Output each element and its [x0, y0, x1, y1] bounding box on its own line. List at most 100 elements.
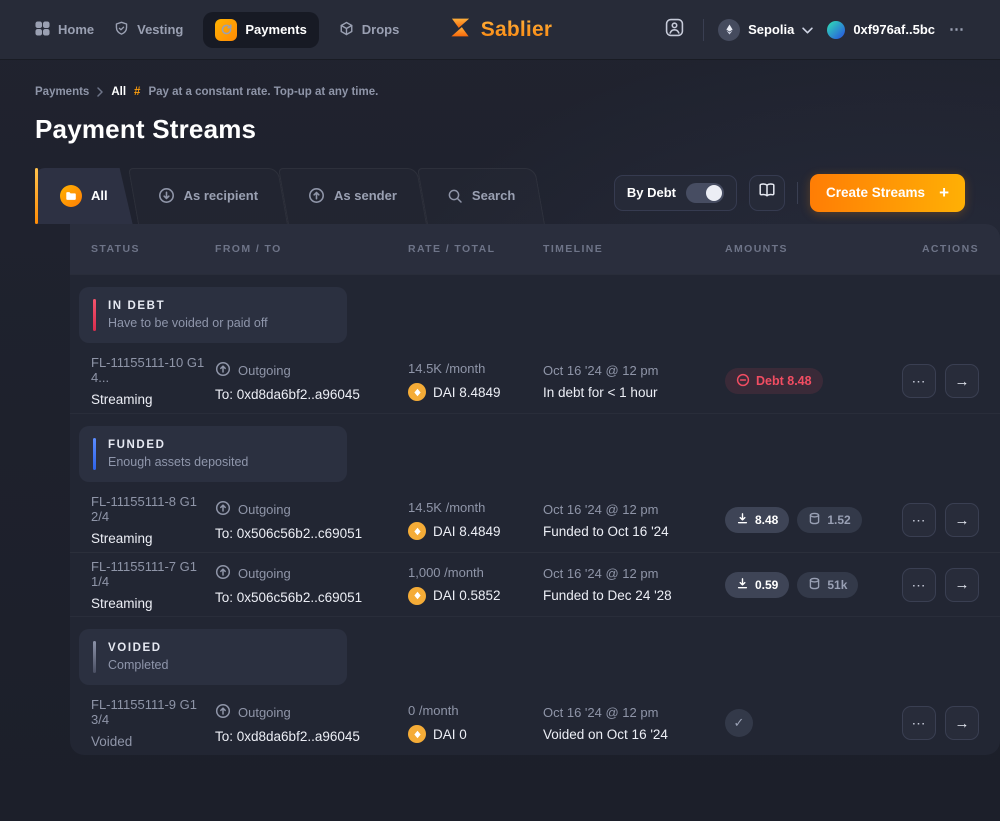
arrow-down-circle-icon	[158, 187, 175, 204]
deposited-amount: 51k	[827, 578, 847, 592]
tab-label: All	[91, 188, 108, 203]
withdrawable-badge: 8.48	[725, 507, 789, 533]
breadcrumb-current: All	[111, 86, 126, 98]
divider	[797, 182, 798, 204]
toolbar: All As recipient As sender	[35, 167, 965, 224]
group-in-debt: IN DEBT Have to be voided or paid off FL…	[70, 274, 1000, 413]
tab-search[interactable]: Search	[422, 167, 540, 224]
network-selector[interactable]: Sepolia	[718, 19, 813, 41]
stream-start: Oct 16 '24 @ 12 pm	[543, 363, 725, 378]
group-subtitle: Have to be voided or paid off	[108, 316, 268, 330]
group-header-card: FUNDED Enough assets deposited	[79, 426, 347, 482]
group-header-card: VOIDED Completed	[79, 629, 347, 685]
nav-item-drops[interactable]: Drops	[339, 21, 400, 39]
withdrawable-amount: 8.48	[755, 513, 778, 527]
stream-row[interactable]: FL-11155111-8 G1 2/4 Streaming Outgoing …	[70, 488, 1000, 552]
nav-item-vesting[interactable]: Vesting	[114, 21, 183, 39]
nav-item-home[interactable]: Home	[35, 21, 94, 39]
chevron-right-icon	[97, 87, 103, 97]
row-open-button[interactable]: →	[945, 568, 979, 602]
stream-start: Oct 16 '24 @ 12 pm	[543, 566, 725, 581]
home-grid-icon	[35, 21, 50, 39]
stream-rate: 14.5K /month	[408, 361, 543, 376]
toggle-knob	[706, 185, 722, 201]
create-streams-button[interactable]: Create Streams +	[810, 174, 965, 212]
stream-timeline: Voided on Oct 16 '24	[543, 727, 725, 742]
outgoing-arrow-icon	[215, 703, 231, 722]
row-menu-button[interactable]: ⋯	[902, 706, 936, 740]
tab-label: Search	[472, 188, 515, 203]
row-open-button[interactable]: →	[945, 364, 979, 398]
tab-label: As recipient	[184, 188, 258, 203]
chevron-down-icon	[802, 21, 813, 39]
debt-badge: Debt 8.48	[725, 368, 823, 394]
sablier-logo[interactable]: Sablier	[448, 15, 552, 45]
toolbar-controls: By Debt Create Streams +	[614, 174, 965, 218]
account-button[interactable]	[659, 15, 689, 45]
stream-rate: 1,000 /month	[408, 565, 543, 580]
docs-button[interactable]	[749, 175, 785, 211]
main-content: Payments All # Pay at a constant rate. T…	[0, 60, 1000, 755]
outgoing-arrow-icon	[215, 500, 231, 519]
table-header-row: STATUS FROM / TO RATE / TOTAL TIMELINE A…	[70, 224, 1000, 274]
brand-name: Sablier	[481, 18, 552, 42]
column-amounts: AMOUNTS	[725, 243, 895, 255]
stream-start: Oct 16 '24 @ 12 pm	[543, 705, 725, 720]
dai-token-icon	[408, 522, 426, 540]
debt-accent-bar	[93, 299, 96, 331]
row-menu-button[interactable]: ⋯	[902, 503, 936, 537]
tab-label: As sender	[334, 188, 397, 203]
network-name: Sepolia	[748, 22, 794, 37]
divider	[703, 19, 704, 41]
stream-id: FL-11155111-10 G1 4...	[91, 355, 215, 385]
stream-status: Streaming	[91, 531, 215, 546]
stream-row[interactable]: FL-11155111-10 G1 4... Streaming Outgoin…	[70, 349, 1000, 413]
voided-accent-bar	[93, 641, 96, 673]
row-open-button[interactable]: →	[945, 706, 979, 740]
streams-table: STATUS FROM / TO RATE / TOTAL TIMELINE A…	[70, 224, 1000, 755]
nav-label: Home	[58, 22, 94, 37]
column-status: STATUS	[91, 243, 215, 255]
stream-rate: 14.5K /month	[408, 500, 543, 515]
nav-item-payments[interactable]: Payments	[203, 12, 318, 48]
withdrawable-badge: 0.59	[725, 572, 789, 598]
arrow-up-circle-icon	[308, 187, 325, 204]
stream-status: Voided	[91, 734, 215, 749]
stream-token-amount: DAI 8.4849	[433, 385, 501, 400]
row-menu-button[interactable]: ⋯	[902, 364, 936, 398]
tab-all[interactable]: All	[35, 167, 133, 224]
stream-rate: 0 /month	[408, 703, 543, 718]
cube-icon	[339, 21, 354, 39]
dai-token-icon	[408, 725, 426, 743]
nav-label: Payments	[245, 22, 306, 37]
stream-timeline: Funded to Oct 16 '24	[543, 524, 725, 539]
minus-circle-icon	[736, 373, 750, 390]
stream-direction: Outgoing	[238, 566, 291, 581]
group-title: FUNDED	[108, 439, 248, 451]
sablier-hourglass-icon	[448, 15, 473, 45]
breadcrumb-payments[interactable]: Payments	[35, 86, 89, 98]
row-menu-button[interactable]: ⋯	[902, 568, 936, 602]
stream-direction: Outgoing	[238, 705, 291, 720]
sablier-app: Home Vesting Payments Drops	[0, 0, 1000, 821]
filter-tabs: All As recipient As sender	[35, 167, 540, 224]
stream-status: Streaming	[91, 596, 215, 611]
by-debt-toggle[interactable]	[686, 183, 724, 203]
row-open-button[interactable]: →	[945, 503, 979, 537]
tab-as-sender[interactable]: As sender	[283, 167, 422, 224]
stream-id: FL-11155111-7 G1 1/4	[91, 559, 215, 589]
wallet-menu-icon[interactable]: ⋯	[949, 22, 965, 37]
outgoing-arrow-icon	[215, 564, 231, 583]
wallet-address: 0xf976af..5bc	[853, 22, 935, 37]
database-icon	[808, 512, 821, 528]
stream-row[interactable]: FL-11155111-9 G1 3/4 Voided Outgoing To:…	[70, 691, 1000, 755]
stream-counterparty: To: 0x506c56b2..c69051	[215, 526, 408, 541]
stream-id: FL-11155111-8 G1 2/4	[91, 494, 215, 524]
wallet-chip[interactable]: 0xf976af..5bc	[827, 21, 935, 39]
funded-accent-bar	[93, 438, 96, 470]
account-icon	[665, 18, 684, 42]
group-subtitle: Enough assets deposited	[108, 455, 248, 469]
by-debt-label: By Debt	[627, 185, 676, 200]
stream-row[interactable]: FL-11155111-7 G1 1/4 Streaming Outgoing …	[70, 552, 1000, 616]
tab-as-recipient[interactable]: As recipient	[133, 167, 283, 224]
